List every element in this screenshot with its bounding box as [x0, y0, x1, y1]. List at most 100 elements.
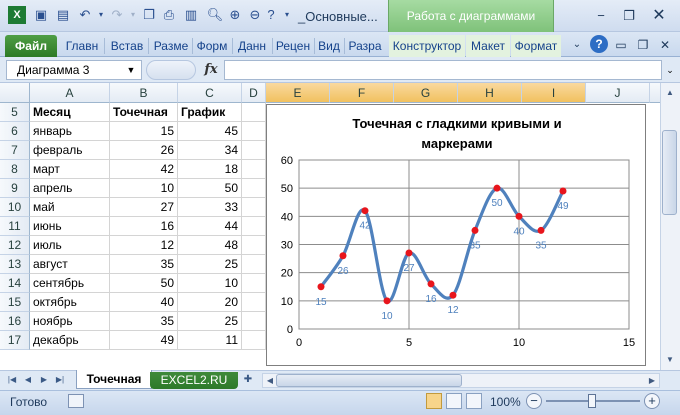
data-point-marker[interactable] — [559, 187, 567, 195]
column-header[interactable]: I — [522, 83, 586, 103]
data-point-marker[interactable] — [427, 280, 435, 288]
table-cell[interactable]: 40 — [110, 293, 178, 312]
empty-cell[interactable] — [242, 331, 266, 350]
empty-cell[interactable] — [242, 217, 266, 236]
row-header[interactable]: 14 — [0, 274, 30, 293]
table-cell[interactable]: 27 — [110, 198, 178, 217]
insert-sheet-icon[interactable]: ✚ — [240, 373, 256, 387]
minimize-icon[interactable]: − — [588, 6, 614, 26]
row-header[interactable]: 17 — [0, 331, 30, 350]
data-label[interactable]: 10 — [381, 311, 393, 322]
data-label[interactable]: 15 — [315, 297, 327, 308]
row-header[interactable]: 7 — [0, 141, 30, 160]
data-label[interactable]: 12 — [447, 305, 459, 316]
table-cell[interactable]: 15 — [110, 122, 178, 141]
data-label[interactable]: 27 — [403, 263, 415, 274]
first-sheet-icon[interactable]: |◀ — [6, 373, 18, 387]
column-header[interactable]: G — [394, 83, 458, 103]
tab-page-layout[interactable]: Разме — [150, 35, 192, 57]
restore-icon[interactable]: ❐ — [616, 6, 642, 26]
scroll-up-icon[interactable]: ▲ — [662, 85, 678, 101]
select-all-corner[interactable] — [0, 83, 30, 103]
empty-cell[interactable] — [242, 274, 266, 293]
table-cell[interactable]: февраль — [30, 141, 110, 160]
chevron-down-icon[interactable]: ▼ — [124, 60, 138, 80]
table-cell[interactable]: сентябрь — [30, 274, 110, 293]
tab-review[interactable]: Рецен — [273, 35, 313, 57]
row-header[interactable]: 13 — [0, 255, 30, 274]
doc-minimize-icon[interactable]: ▭ — [612, 36, 630, 54]
column-header[interactable]: A — [30, 83, 110, 103]
zoom-icon[interactable]: 🔍︎ — [206, 6, 224, 24]
name-box[interactable]: Диаграмма 3 — [6, 60, 142, 80]
header-cell[interactable]: Точечная — [110, 103, 178, 122]
data-point-marker[interactable] — [339, 252, 347, 260]
column-header[interactable]: C — [178, 83, 242, 103]
formula-bar-splitter[interactable] — [146, 60, 196, 80]
column-header[interactable]: J — [586, 83, 650, 103]
tab-chart-layout[interactable]: Макет — [466, 35, 510, 57]
table-cell[interactable]: ноябрь — [30, 312, 110, 331]
doc-close-icon[interactable]: ✕ — [656, 36, 674, 54]
table-cell[interactable]: 44 — [178, 217, 242, 236]
macro-record-icon[interactable] — [68, 394, 84, 408]
scroll-right-icon[interactable]: ▶ — [644, 373, 660, 388]
table-cell[interactable]: 35 — [110, 312, 178, 331]
chart-title-line-2[interactable]: маркерами — [421, 136, 492, 151]
header-cell[interactable]: График — [178, 103, 242, 122]
data-label[interactable]: 49 — [557, 201, 569, 212]
data-point-marker[interactable] — [405, 249, 413, 257]
tab-view[interactable]: Вид — [315, 35, 343, 57]
formula-input[interactable] — [224, 60, 662, 80]
sheet-tab-scatter[interactable]: Точечная — [76, 370, 152, 389]
table-cell[interactable]: март — [30, 160, 110, 179]
zoom-in-icon[interactable]: ⊕ — [226, 6, 244, 24]
data-label[interactable]: 35 — [469, 240, 481, 251]
table-cell[interactable]: 12 — [110, 236, 178, 255]
row-header[interactable]: 12 — [0, 236, 30, 255]
print-icon[interactable]: ⎙ — [160, 6, 178, 24]
zoom-in-button[interactable]: + — [644, 393, 660, 409]
horizontal-scroll-thumb[interactable] — [276, 374, 462, 387]
data-point-marker[interactable] — [449, 291, 457, 299]
help-icon[interactable]: ? — [590, 35, 608, 53]
vertical-scroll-thumb[interactable] — [662, 130, 677, 215]
table-cell[interactable]: апрель — [30, 179, 110, 198]
chart-area[interactable]: Точечная с гладкими кривыми и маркерами … — [266, 104, 646, 366]
table-cell[interactable]: июль — [30, 236, 110, 255]
table-cell[interactable]: 10 — [110, 179, 178, 198]
zoom-slider-thumb[interactable] — [588, 394, 596, 408]
tab-home[interactable]: Главн — [62, 35, 102, 57]
table-cell[interactable]: 10 — [178, 274, 242, 293]
data-label[interactable]: 26 — [337, 266, 349, 277]
row-header[interactable]: 9 — [0, 179, 30, 198]
data-point-marker[interactable] — [361, 207, 369, 215]
empty-cell[interactable] — [242, 312, 266, 331]
page-layout-view-icon[interactable] — [446, 393, 462, 409]
row-header[interactable]: 11 — [0, 217, 30, 236]
next-sheet-icon[interactable]: ▶ — [38, 373, 50, 387]
prev-sheet-icon[interactable]: ◀ — [22, 373, 34, 387]
data-label[interactable]: 40 — [513, 226, 525, 237]
print-preview-icon[interactable]: ▤ — [54, 6, 72, 24]
scatter-chart-svg[interactable]: Точечная с гладкими кривыми и маркерами … — [267, 105, 647, 367]
row-header[interactable]: 5 — [0, 103, 30, 122]
column-header[interactable]: E — [266, 83, 330, 103]
table-cell[interactable]: 49 — [110, 331, 178, 350]
empty-cell[interactable] — [242, 160, 266, 179]
last-sheet-icon[interactable]: ▶| — [54, 373, 66, 387]
table-cell[interactable]: июнь — [30, 217, 110, 236]
tab-chart-format[interactable]: Формат — [511, 35, 561, 57]
table-cell[interactable]: 25 — [178, 255, 242, 274]
excel-logo-icon[interactable]: X — [8, 6, 26, 24]
table-cell[interactable]: 45 — [178, 122, 242, 141]
table-cell[interactable]: 26 — [110, 141, 178, 160]
data-point-marker[interactable] — [493, 184, 501, 192]
table-cell[interactable]: август — [30, 255, 110, 274]
page-break-view-icon[interactable] — [466, 393, 482, 409]
column-header[interactable]: B — [110, 83, 178, 103]
vertical-scrollbar[interactable] — [660, 83, 680, 370]
tab-data[interactable]: Данн — [233, 35, 271, 57]
tab-developer[interactable]: Разра — [345, 35, 385, 57]
row-header[interactable]: 8 — [0, 160, 30, 179]
